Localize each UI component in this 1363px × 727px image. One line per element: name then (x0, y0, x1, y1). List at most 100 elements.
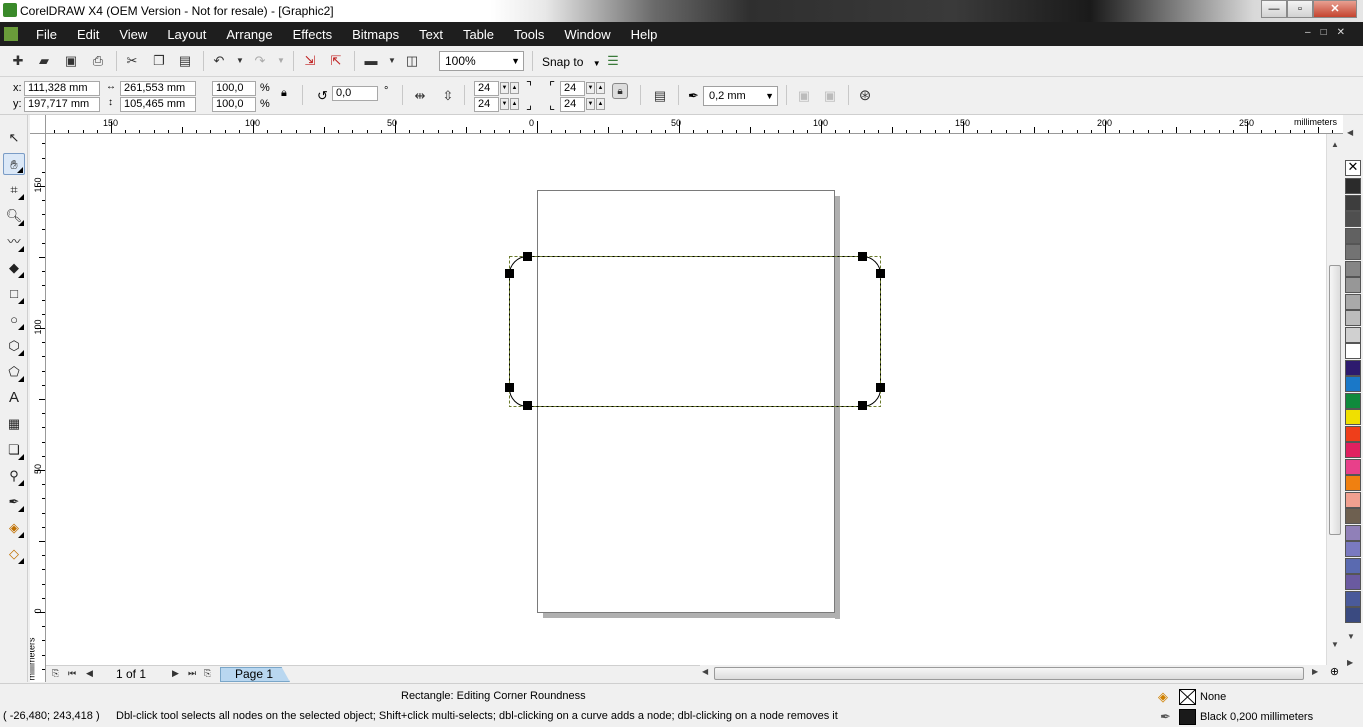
ruler-origin[interactable] (30, 115, 46, 134)
color-swatch[interactable] (1345, 244, 1361, 260)
application-launcher-icon[interactable]: ▬ (363, 53, 379, 69)
eyedropper-tool-icon[interactable]: ⚲ (3, 465, 25, 487)
menu-tools[interactable]: Tools (504, 27, 554, 42)
color-swatch[interactable] (1345, 442, 1361, 458)
first-page-icon[interactable]: ⏮ (68, 668, 76, 679)
corner-bottom-left-field[interactable]: 24 (474, 97, 499, 112)
add-page-after-icon[interactable]: ⎘ (204, 668, 211, 679)
undo-icon[interactable]: ↶ (211, 53, 227, 69)
menu-effects[interactable]: Effects (283, 27, 343, 42)
vertical-scroll-thumb[interactable] (1329, 265, 1341, 535)
last-page-icon[interactable]: ⏭ (188, 668, 196, 679)
color-swatch[interactable] (1345, 491, 1361, 508)
color-swatch[interactable] (1345, 524, 1361, 541)
horizontal-scroll-thumb[interactable] (714, 667, 1304, 680)
mirror-vertical-icon[interactable]: ⇳ (440, 88, 456, 104)
interactive-blend-tool-icon[interactable]: ❏ (3, 439, 25, 461)
y-position-field[interactable]: 197,717 mm (24, 97, 100, 112)
color-swatch[interactable] (1345, 541, 1361, 557)
outline-color-swatch[interactable] (1179, 709, 1196, 725)
import-icon[interactable]: ⇲ (302, 53, 318, 69)
pick-tool-icon[interactable]: ↖ (3, 127, 25, 149)
object-width-field[interactable]: 261,553 mm (120, 81, 196, 96)
color-swatch[interactable] (1345, 310, 1361, 326)
rotation-angle-field[interactable]: 0,0 (332, 86, 378, 101)
zoom-levels-combo[interactable]: 100% ▼ (439, 51, 524, 71)
color-swatch[interactable] (1345, 508, 1361, 524)
options-icon[interactable]: ☰ (605, 53, 621, 69)
object-height-field[interactable]: 105,465 mm (120, 97, 196, 112)
rectangle-tool-icon[interactable]: □ (3, 283, 25, 305)
navigator-zoom-icon[interactable]: ⊕ (1326, 665, 1343, 682)
color-swatch[interactable] (1345, 326, 1361, 343)
export-icon[interactable]: ⇱ (328, 53, 344, 69)
restore-button[interactable]: ▫ (1287, 0, 1313, 18)
menu-table[interactable]: Table (453, 27, 504, 42)
close-button[interactable]: ✕ (1313, 0, 1357, 18)
no-fill-swatch[interactable]: ✕ (1345, 160, 1361, 176)
undo-dropdown-icon[interactable]: ▼ (232, 53, 248, 69)
color-swatch[interactable] (1345, 409, 1361, 425)
color-swatch[interactable] (1345, 574, 1361, 590)
color-swatch[interactable] (1345, 475, 1361, 491)
menu-arrange[interactable]: Arrange (216, 27, 282, 42)
freehand-tool-icon[interactable]: 〰 (3, 231, 25, 253)
menu-bitmaps[interactable]: Bitmaps (342, 27, 409, 42)
paste-icon[interactable]: ▤ (177, 53, 193, 69)
scroll-right-icon[interactable]: ▶ (1312, 667, 1318, 676)
shape-tool-icon[interactable]: ✋︎ (3, 153, 25, 175)
add-page-before-icon[interactable]: ⎘ (52, 668, 59, 679)
vertical-scrollbar[interactable]: ▲ ▼ (1326, 134, 1342, 665)
save-icon[interactable]: ▣ (63, 53, 79, 69)
color-swatch[interactable] (1345, 425, 1361, 442)
menu-edit[interactable]: Edit (67, 27, 109, 42)
vertical-ruler[interactable]: 300250200150100500millimeters (30, 134, 46, 682)
redo-dropdown-icon[interactable]: ▼ (273, 53, 289, 69)
color-swatch[interactable] (1345, 277, 1361, 293)
menu-file[interactable]: File (26, 27, 67, 42)
selected-rectangle[interactable] (46, 134, 1326, 665)
palette-scroll-up-icon[interactable]: ◀ (1347, 128, 1353, 137)
color-swatch[interactable] (1345, 178, 1361, 194)
color-swatch[interactable] (1345, 293, 1361, 310)
menu-view[interactable]: View (109, 27, 157, 42)
palette-scroll-down-icon[interactable]: ▼ (1347, 632, 1355, 641)
spin-down-icon[interactable]: ▼ (586, 82, 595, 94)
document-window-controls[interactable]: ‒□✕ (1305, 27, 1355, 38)
text-tool-icon[interactable]: A (3, 387, 25, 409)
menu-text[interactable]: Text (409, 27, 453, 42)
welcome-screen-icon[interactable]: ◫ (404, 53, 420, 69)
horizontal-scrollbar[interactable]: ◀ ▶ (700, 665, 1326, 682)
spin-down-icon[interactable]: ▼ (586, 98, 595, 110)
redo-icon[interactable]: ↷ (252, 53, 268, 69)
minimize-button[interactable]: — (1261, 0, 1287, 18)
ellipse-tool-icon[interactable]: ○ (3, 309, 25, 331)
color-swatch[interactable] (1345, 392, 1361, 409)
page-tab[interactable]: Page 1 (220, 667, 290, 682)
table-tool-icon[interactable]: ▦ (3, 413, 25, 435)
spin-up-icon[interactable]: ▲ (596, 98, 605, 110)
scroll-left-icon[interactable]: ◀ (702, 667, 708, 676)
to-front-icon[interactable]: ▣ (796, 88, 812, 104)
copy-icon[interactable]: ❐ (151, 53, 167, 69)
scale-y-field[interactable]: 100,0 (212, 97, 256, 112)
previous-page-icon[interactable]: ◀ (86, 668, 93, 679)
mirror-horizontal-icon[interactable]: ⇹ (412, 88, 428, 104)
scroll-down-icon[interactable]: ▼ (1327, 640, 1343, 649)
corner-top-right-field[interactable]: 24 (560, 81, 585, 96)
polygon-tool-icon[interactable]: ⬡ (3, 335, 25, 357)
menu-help[interactable]: Help (621, 27, 668, 42)
next-page-icon[interactable]: ▶ (172, 668, 179, 679)
basic-shapes-tool-icon[interactable]: ⬠ (3, 361, 25, 383)
spin-up-icon[interactable]: ▲ (510, 82, 519, 94)
color-swatch[interactable] (1345, 194, 1361, 211)
print-icon[interactable]: ⎙ (90, 53, 106, 69)
color-swatch[interactable] (1345, 557, 1361, 574)
cut-icon[interactable]: ✂ (124, 53, 140, 69)
spin-down-icon[interactable]: ▼ (500, 82, 509, 94)
color-swatch[interactable] (1345, 359, 1361, 376)
drawing-canvas[interactable] (46, 134, 1326, 665)
spin-down-icon[interactable]: ▼ (500, 98, 509, 110)
fill-tool-icon[interactable]: ◈ (3, 517, 25, 539)
horizontal-ruler[interactable]: 3002502001501005005010015020025030035040… (46, 115, 1343, 134)
